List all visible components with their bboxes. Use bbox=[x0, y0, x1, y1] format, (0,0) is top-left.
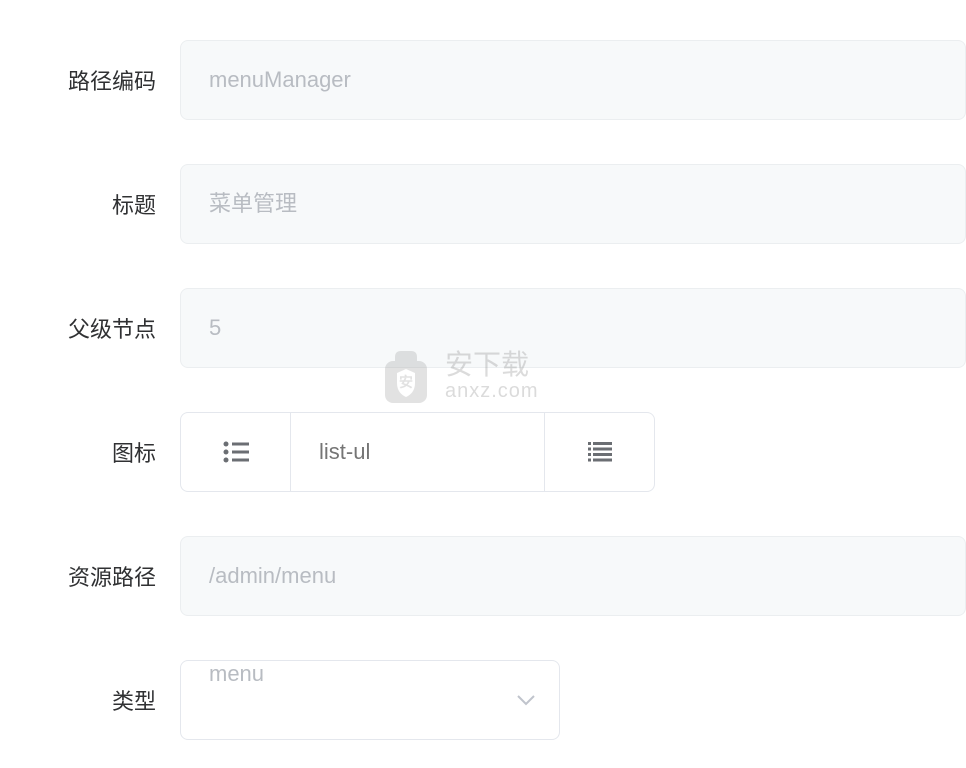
form-row-path-code: 路径编码 bbox=[0, 40, 966, 120]
resource-path-input[interactable] bbox=[180, 536, 966, 616]
icon-prefix-button[interactable] bbox=[180, 412, 290, 492]
parent-node-input[interactable] bbox=[180, 288, 966, 368]
path-code-input[interactable] bbox=[180, 40, 966, 120]
list-ul-icon bbox=[223, 441, 249, 463]
parent-node-label: 父级节点 bbox=[0, 312, 180, 344]
form-row-type: 类型 menu bbox=[0, 660, 966, 740]
title-input[interactable] bbox=[180, 164, 966, 244]
form-row-icon: 图标 bbox=[0, 412, 966, 492]
list-icon bbox=[588, 442, 612, 462]
resource-path-label: 资源路径 bbox=[0, 560, 180, 592]
form-container: 路径编码 标题 父级节点 图标 bbox=[0, 0, 966, 740]
icon-input-group bbox=[180, 412, 655, 492]
form-row-title: 标题 bbox=[0, 164, 966, 244]
icon-suffix-button[interactable] bbox=[545, 412, 655, 492]
title-label: 标题 bbox=[0, 188, 180, 220]
type-label: 类型 bbox=[0, 684, 180, 716]
form-row-resource-path: 资源路径 bbox=[0, 536, 966, 616]
type-select[interactable]: menu bbox=[180, 660, 560, 740]
path-code-label: 路径编码 bbox=[0, 64, 180, 96]
icon-name-input[interactable] bbox=[290, 412, 545, 492]
type-select-wrapper: menu bbox=[180, 660, 560, 740]
form-row-parent-node: 父级节点 bbox=[0, 288, 966, 368]
icon-label: 图标 bbox=[0, 436, 180, 468]
